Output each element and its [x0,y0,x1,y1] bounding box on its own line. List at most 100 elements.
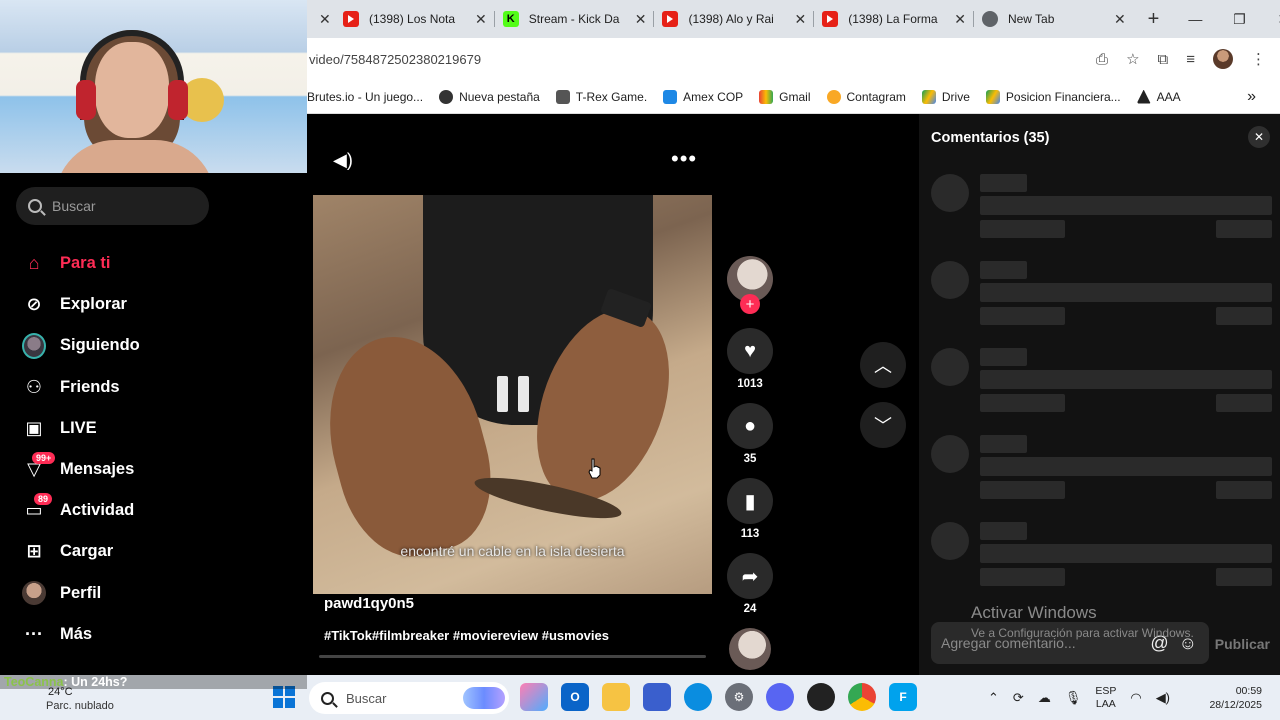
video-progress-bar[interactable] [319,655,706,658]
bookmark-item[interactable]: T-Rex Game. [555,89,647,104]
sound-avatar[interactable] [729,628,771,670]
browser-menu-icon[interactable]: ⋮ [1251,50,1266,68]
chevron-up-icon[interactable]: ︿ [860,342,906,388]
taskbar-search[interactable]: Buscar [309,682,509,714]
video-author[interactable]: pawd1qy0n5 [324,595,414,612]
settings-icon[interactable]: ⚙ [725,683,753,711]
close-icon[interactable]: ✕ [475,11,487,28]
video-nav: ︿ ﹀ [860,342,906,448]
sidebar-item-perfil[interactable]: Perfil [22,573,140,614]
bookmark-item[interactable]: Posicion Financiera... [985,89,1121,104]
video-player[interactable]: encontré un cable en la isla desierta [313,195,712,594]
pause-icon[interactable] [497,376,529,412]
outlook-icon[interactable]: O [561,683,589,711]
sidebar-item-live[interactable]: ▣ LIVE [22,408,140,449]
close-icon[interactable]: ✕ [1114,11,1126,28]
bookmark-label: Drive [941,89,970,104]
sidebar-item-mensajes[interactable]: ▽ 99+ Mensajes [22,449,140,490]
sidebar-item-label: Mensajes [60,460,135,479]
close-icon[interactable]: ✕ [635,11,647,28]
tab-close-partial[interactable]: ✕ [307,0,335,38]
address-bar-actions: ⎙ ☆ ⧉ ≡ ⋮ [1096,49,1280,69]
like-button[interactable]: ♥ [727,328,773,374]
search-input[interactable]: Buscar [16,187,209,225]
share-icon: ➦ [741,565,759,588]
bookmark-item[interactable]: Gmail [759,89,811,104]
browser-tab[interactable]: (1398) Los Nota ✕ [335,0,495,38]
volume-icon[interactable]: ◀) [333,150,353,171]
chevron-up-icon[interactable]: ⌃ [988,690,999,706]
close-icon[interactable]: ✕ [954,11,966,28]
app-f-icon[interactable]: F [889,683,917,711]
creator-avatar[interactable]: + [727,256,773,314]
taskbar-search-placeholder: Buscar [346,690,387,706]
more-options-icon[interactable]: ••• [671,146,697,172]
bookmark-item[interactable]: Nueva pestaña [439,89,540,104]
publish-button[interactable]: Publicar [1215,636,1270,652]
minimize-icon[interactable]: — [1173,0,1217,38]
bookmark-item[interactable]: Contagram [826,89,906,104]
media-controls-icon[interactable]: ≡ [1186,51,1195,68]
address-bar: video/7584872502380219679 ⎙ ☆ ⧉ ≡ ⋮ [307,38,1280,80]
follow-plus-icon[interactable]: + [740,294,760,314]
bookmark-star-icon[interactable]: ☆ [1126,50,1139,68]
cloud-icon[interactable]: ☁ [1038,690,1051,706]
profile-avatar[interactable] [1213,49,1233,69]
speaker-icon[interactable]: ◀) [1156,690,1170,706]
chrome-icon [981,11,998,27]
profile-avatar [22,581,46,606]
heart-icon: ♥ [744,339,756,362]
bookmark-item[interactable]: Brutes.io - Un juego... [307,90,423,104]
notification-badge: 99+ [32,451,56,464]
edge-icon[interactable] [684,683,712,711]
bookmark-item[interactable]: AAA [1136,89,1181,104]
new-tab-button[interactable]: + [1134,0,1174,38]
microphone-icon[interactable]: 🎙 [1065,690,1082,706]
browser-tab[interactable]: New Tab ✕ [974,0,1134,38]
sidebar-item-mas[interactable]: ··· Más [22,614,140,655]
sync-icon[interactable]: ⟳ [1013,690,1024,706]
video-hashtags[interactable]: #TikTok#filmbreaker #moviereview #usmovi… [324,628,609,643]
url-field[interactable]: video/7584872502380219679 [309,52,481,67]
comment-button[interactable]: ● [727,403,773,449]
windows-start-icon[interactable] [273,686,295,708]
extensions-icon[interactable]: ⧉ [1158,51,1169,68]
bookmark-item[interactable]: Drive [921,89,970,104]
sidebar-item-siguiendo[interactable]: Siguiendo [22,325,140,366]
close-icon[interactable]: ✕ [794,11,806,28]
browser-tab[interactable]: (1398) Alo y Rai ✕ [654,0,814,38]
close-icon[interactable]: ✕ [319,11,331,28]
save-button[interactable]: ▮ [727,478,773,524]
browser-tabbar: ✕ (1398) Los Nota ✕ K Stream - Kick Da ✕… [307,0,1280,38]
bookmark-label: Brutes.io - Un juego... [307,89,424,104]
close-window-icon[interactable]: ✕ [1261,0,1280,38]
more-bookmarks-icon[interactable]: » [1247,88,1256,106]
share-button[interactable]: ➦ [727,553,773,599]
browser-tab[interactable]: (1398) La Forma ✕ [814,0,974,38]
close-icon[interactable]: ✕ [1248,126,1270,148]
discord-icon[interactable] [766,683,794,711]
system-clock[interactable]: 00:59 28/12/2025 [1209,684,1262,712]
tab-title: Stream - Kick Da [528,12,620,26]
install-app-icon[interactable]: ⎙ [1096,51,1108,68]
sidebar-item-explorar[interactable]: ⊘ Explorar [22,284,140,325]
language-indicator[interactable]: ESP LAA [1095,685,1116,711]
copilot-icon[interactable] [520,683,548,711]
restore-icon[interactable]: ❐ [1217,0,1261,38]
language-line: ESP [1095,684,1117,697]
webcam-overlay [0,0,307,173]
sidebar-item-label: Perfil [60,583,102,602]
wifi-icon[interactable]: ◠ [1130,690,1141,706]
sidebar-item-friends[interactable]: ⚇ Friends [22,367,140,408]
sidebar-item-para-ti[interactable]: ⌂ Para ti [22,243,140,284]
chevron-down-icon[interactable]: ﹀ [860,402,906,448]
bookmark-item[interactable]: Amex COP [663,89,743,104]
sidebar-item-actividad[interactable]: ▭ 89 Actividad [22,490,140,531]
sidebar-item-cargar[interactable]: ⊞ Cargar [22,531,140,572]
file-explorer-icon[interactable] [602,683,630,711]
globe-icon [439,89,454,104]
chrome-icon[interactable] [848,683,876,711]
store-icon[interactable] [643,683,671,711]
obs-icon[interactable] [807,683,835,711]
browser-tab[interactable]: K Stream - Kick Da ✕ [495,0,655,38]
